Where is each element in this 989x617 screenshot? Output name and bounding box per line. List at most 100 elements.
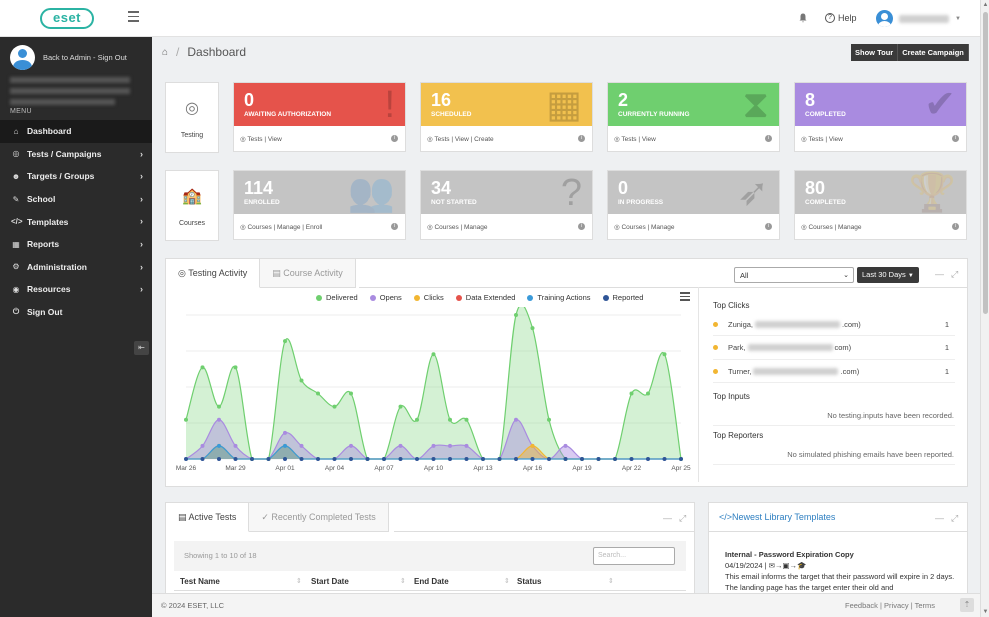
collapse-sidebar-icon[interactable]: ⇤ — [134, 341, 149, 355]
create-campaign-button[interactable]: Create Campaign — [898, 44, 969, 61]
column-header[interactable]: Start Date — [311, 577, 349, 586]
expand-icon[interactable]: ⤢ — [951, 513, 958, 524]
data-point — [497, 457, 502, 461]
library-item[interactable]: Internal - Password Expiration Copy 04/1… — [725, 549, 955, 593]
card-links-text[interactable]: Courses | Manage — [434, 224, 487, 231]
legend-item[interactable]: Reported — [602, 293, 643, 302]
info-icon[interactable]: i — [578, 223, 585, 230]
sidebar-item-dashboard[interactable]: ⌂ Dashboard — [0, 120, 152, 143]
info-icon[interactable]: i — [765, 223, 772, 230]
home-icon[interactable]: ⌂ — [162, 47, 168, 58]
show-tour-button[interactable]: Show Tour — [851, 44, 899, 61]
courses-stat-card[interactable]: 👥 114 ENROLLED ◎ Courses | Manage | Enroll i — [233, 170, 406, 240]
card-links-text[interactable]: Tests | View — [247, 136, 281, 143]
data-point — [200, 443, 205, 448]
user-menu[interactable]: ▼ — [876, 10, 961, 27]
chart-menu-icon[interactable] — [680, 292, 690, 301]
target-icon: ◎ — [178, 268, 189, 278]
scroll-down-arrow-icon[interactable]: ▼ — [982, 609, 989, 615]
info-icon[interactable]: i — [578, 135, 585, 142]
card-background-icon: ? — [560, 172, 582, 214]
date-range-select[interactable]: Last 30 Days ▼ — [857, 267, 919, 283]
card-links-text[interactable]: Courses | Manage — [621, 224, 674, 231]
legend-item[interactable]: Clicks — [413, 293, 444, 302]
click-email-suffix: .com) — [840, 366, 860, 376]
tab-testing-activity[interactable]: ◎ Testing Activity — [166, 259, 261, 288]
courses-stat-card[interactable]: 🏆 80 COMPLETED ◎ Courses | Manage i — [794, 170, 967, 240]
info-icon[interactable]: i — [952, 223, 959, 230]
courses-stat-card[interactable]: ? 34 NOT STARTED ◎ Courses | Manage i — [420, 170, 593, 240]
hamburger-menu-icon[interactable] — [128, 11, 139, 22]
sidebar-item-tests-campaigns[interactable]: ◎ Tests / Campaigns › — [0, 143, 152, 166]
sidebar-item-resources[interactable]: ◉ Resources › — [0, 278, 152, 301]
back-to-admin-link[interactable]: Back to Admin — [43, 53, 91, 62]
scrollbar-thumb[interactable] — [983, 12, 988, 314]
tab-active-tests[interactable]: ▤ Active Tests — [166, 503, 250, 532]
legend-item[interactable]: Training Actions — [527, 293, 591, 302]
card-links-text[interactable]: Tests | View — [621, 136, 655, 143]
data-point — [514, 313, 518, 317]
minimize-icon[interactable]: — — [663, 513, 672, 523]
data-point — [563, 443, 568, 448]
testing-stat-card[interactable]: ! 0 AWAITING AUTHORIZATION ◎ Tests | View i — [233, 82, 406, 152]
sidebar-item-templates[interactable]: </> Templates › — [0, 210, 152, 233]
info-icon[interactable]: i — [391, 223, 398, 230]
sidebar-sign-out-link[interactable]: Sign Out — [98, 53, 127, 62]
top-click-row: Turner, .com) 1 — [713, 360, 955, 383]
testing-stat-card[interactable]: ⧗ 2 CURRENTLY RUNNING ◎ Tests | View i — [607, 82, 780, 152]
sidebar-item-sign-out[interactable]: ⏻ Sign Out — [0, 301, 152, 324]
card-links-text[interactable]: Courses | Manage | Enroll — [247, 224, 322, 231]
click-dot-icon — [713, 345, 718, 350]
sort-icon[interactable]: ⇕ — [608, 577, 614, 585]
tests-search-input[interactable]: Search... — [593, 547, 675, 565]
data-point — [629, 457, 634, 461]
data-point — [448, 457, 452, 461]
activity-filter-select[interactable]: All ⌄ — [734, 267, 854, 283]
x-tick-label: Apr 13 — [473, 465, 493, 472]
page-scrollbar[interactable]: ▲ ▼ — [980, 0, 989, 617]
expand-icon[interactable]: ⤢ — [951, 269, 958, 280]
legend-item[interactable]: Delivered — [316, 293, 358, 302]
minimize-icon[interactable]: — — [935, 269, 944, 279]
sidebar-item-label: Templates — [27, 216, 69, 227]
sort-icon[interactable]: ⇕ — [400, 577, 406, 585]
tab-completed-tests[interactable]: ✓ Recently Completed Tests — [249, 503, 389, 532]
testing-stat-card[interactable]: ▦ 16 SCHEDULED ◎ Tests | View | Create i — [420, 82, 593, 152]
info-icon[interactable]: i — [765, 135, 772, 142]
column-header[interactable]: Test Name — [180, 577, 220, 586]
data-point — [547, 457, 551, 461]
library-title-link[interactable]: </>Newest Library Templates — [719, 512, 835, 522]
scroll-up-arrow-icon[interactable]: ▲ — [982, 2, 989, 8]
data-point — [398, 443, 403, 448]
scroll-top-icon[interactable]: ⇡ — [960, 598, 974, 612]
info-icon[interactable]: i — [952, 135, 959, 142]
column-header[interactable]: Status — [517, 577, 541, 586]
courses-row-label[interactable]: 🏫 Courses — [165, 170, 219, 241]
info-icon[interactable]: i — [391, 135, 398, 142]
testing-stat-card[interactable]: ✔ 8 COMPLETED ◎ Tests | View i — [794, 82, 967, 152]
sort-icon[interactable]: ⇕ — [504, 577, 510, 585]
sidebar-item-administration[interactable]: ⚙ Administration › — [0, 256, 152, 279]
expand-icon[interactable]: ⤢ — [679, 513, 686, 524]
bell-icon[interactable] — [799, 13, 807, 23]
card-links-text[interactable]: Tests | View | Create — [434, 136, 493, 143]
help-link[interactable]: ? Help — [825, 13, 857, 23]
courses-stat-card[interactable]: ➶ 0 IN PROGRESS ◎ Courses | Manage i — [607, 170, 780, 240]
card-links-text[interactable]: Courses | Manage — [808, 224, 861, 231]
sidebar-item-reports[interactable]: ▦ Reports › — [0, 233, 152, 256]
card-links-text[interactable]: Tests | View — [808, 136, 842, 143]
footer-links[interactable]: Feedback | Privacy | Terms — [845, 601, 935, 610]
sidebar-item-school[interactable]: ✎ School › — [0, 188, 152, 211]
legend-item[interactable]: Data Extended — [455, 293, 515, 302]
sidebar-item-targets-groups[interactable]: ☻ Targets / Groups › — [0, 165, 152, 188]
legend-item[interactable]: Opens — [369, 293, 402, 302]
eset-logo[interactable]: eset — [40, 8, 94, 29]
sort-icon[interactable]: ⇕ — [296, 577, 302, 585]
activity-chart: Mar 26 Mar 29 Apr 01 Apr 04 Apr 07 Apr 10 Apr … — [176, 307, 691, 472]
tab-course-activity[interactable]: ▤ Course Activity — [260, 259, 356, 288]
minimize-icon[interactable]: — — [935, 513, 944, 523]
data-point — [200, 365, 205, 370]
column-header[interactable]: End Date — [414, 577, 449, 586]
testing-row-label[interactable]: ◎ Testing — [165, 82, 219, 153]
data-point — [316, 457, 320, 461]
